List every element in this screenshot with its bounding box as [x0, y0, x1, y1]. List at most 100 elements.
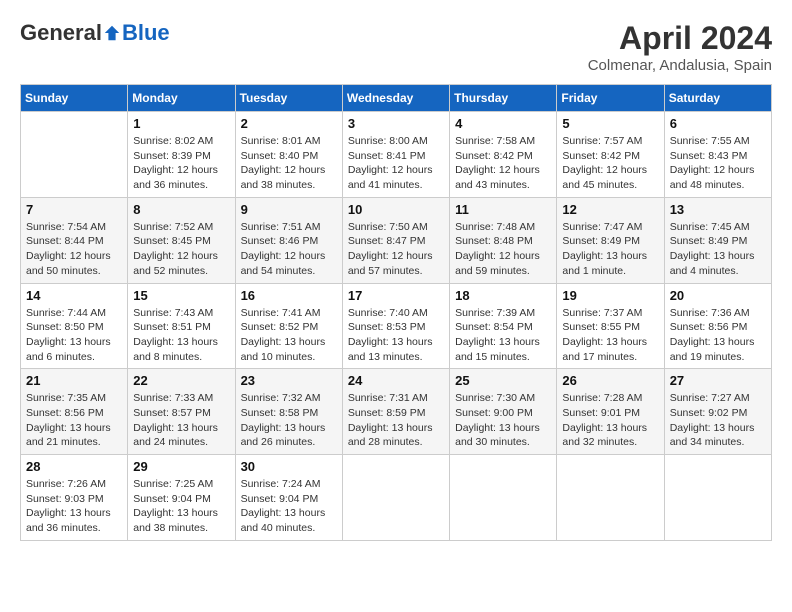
calendar-cell: 9 Sunrise: 7:51 AMSunset: 8:46 PMDaylight…	[235, 197, 342, 283]
day-number: 19	[562, 288, 658, 303]
day-number: 30	[241, 459, 337, 474]
month-title: April 2024	[588, 20, 772, 57]
calendar-cell	[21, 112, 128, 198]
day-header-thursday: Thursday	[450, 85, 557, 112]
calendar-cell	[557, 455, 664, 541]
page-header: General Blue April 2024 Colmenar, Andalu…	[20, 20, 772, 74]
calendar-cell: 21 Sunrise: 7:35 AMSunset: 8:56 PMDayligh…	[21, 369, 128, 455]
day-number: 13	[670, 202, 766, 217]
calendar-cell: 5Sunrise: 7:57 AMSunset: 8:42 PMDaylight…	[557, 112, 664, 198]
day-number: 15	[133, 288, 229, 303]
day-header-friday: Friday	[557, 85, 664, 112]
day-number: 18	[455, 288, 551, 303]
day-info: Sunrise: 8:00 AMSunset: 8:41 PMDaylight:…	[348, 134, 444, 193]
calendar-cell: 26 Sunrise: 7:28 AMSunset: 9:01 PMDayligh…	[557, 369, 664, 455]
calendar-cell: 24 Sunrise: 7:31 AMSunset: 8:59 PMDayligh…	[342, 369, 449, 455]
day-info: Sunrise: 7:25 AMSunset: 9:04 PMDaylight:…	[133, 477, 229, 536]
calendar-cell: 6Sunrise: 7:55 AMSunset: 8:43 PMDaylight…	[664, 112, 771, 198]
calendar-cell: 14 Sunrise: 7:44 AMSunset: 8:50 PMDayligh…	[21, 283, 128, 369]
day-info: Sunrise: 7:35 AMSunset: 8:56 PMDaylight:…	[26, 391, 122, 450]
day-info: Sunrise: 7:31 AMSunset: 8:59 PMDaylight:…	[348, 391, 444, 450]
day-number: 4	[455, 116, 551, 131]
calendar-cell: 22Sunrise: 7:33 AMSunset: 8:57 PMDayligh…	[128, 369, 235, 455]
day-info: Sunrise: 7:43 AMSunset: 8:51 PMDaylight:…	[133, 306, 229, 365]
day-info: Sunrise: 7:33 AMSunset: 8:57 PMDaylight:…	[133, 391, 229, 450]
day-info: Sunrise: 7:27 AMSunset: 9:02 PMDaylight:…	[670, 391, 766, 450]
calendar-cell: 27 Sunrise: 7:27 AMSunset: 9:02 PMDayligh…	[664, 369, 771, 455]
day-info: Sunrise: 7:54 AMSunset: 8:44 PMDaylight:…	[26, 220, 122, 279]
logo: General Blue	[20, 20, 170, 46]
calendar-cell: 29 Sunrise: 7:25 AMSunset: 9:04 PMDayligh…	[128, 455, 235, 541]
day-header-wednesday: Wednesday	[342, 85, 449, 112]
day-info: Sunrise: 7:32 AMSunset: 8:58 PMDaylight:…	[241, 391, 337, 450]
day-info: Sunrise: 7:48 AMSunset: 8:48 PMDaylight:…	[455, 220, 551, 279]
location-subtitle: Colmenar, Andalusia, Spain	[588, 57, 772, 74]
day-header-tuesday: Tuesday	[235, 85, 342, 112]
calendar-cell: 15 Sunrise: 7:43 AMSunset: 8:51 PMDayligh…	[128, 283, 235, 369]
logo-blue-text: Blue	[122, 20, 170, 46]
day-number: 8	[133, 202, 229, 217]
day-info: Sunrise: 7:45 AMSunset: 8:49 PMDaylight:…	[670, 220, 766, 279]
day-number: 28	[26, 459, 122, 474]
day-number: 9	[241, 202, 337, 217]
day-info: Sunrise: 7:26 AMSunset: 9:03 PMDaylight:…	[26, 477, 122, 536]
calendar-cell: 3 Sunrise: 8:00 AMSunset: 8:41 PMDaylight…	[342, 112, 449, 198]
calendar-cell: 25 Sunrise: 7:30 AMSunset: 9:00 PMDayligh…	[450, 369, 557, 455]
day-info: Sunrise: 7:51 AMSunset: 8:46 PMDaylight:…	[241, 220, 337, 279]
calendar-cell: 30 Sunrise: 7:24 AMSunset: 9:04 PMDayligh…	[235, 455, 342, 541]
calendar-cell: 18 Sunrise: 7:39 AMSunset: 8:54 PMDayligh…	[450, 283, 557, 369]
calendar-cell: 20Sunrise: 7:36 AMSunset: 8:56 PMDayligh…	[664, 283, 771, 369]
logo-icon	[103, 24, 121, 42]
calendar-cell: 12 Sunrise: 7:47 AMSunset: 8:49 PMDayligh…	[557, 197, 664, 283]
day-info: Sunrise: 7:39 AMSunset: 8:54 PMDaylight:…	[455, 306, 551, 365]
day-info: Sunrise: 7:47 AMSunset: 8:49 PMDaylight:…	[562, 220, 658, 279]
day-number: 25	[455, 373, 551, 388]
day-number: 26	[562, 373, 658, 388]
week-row-5: 28 Sunrise: 7:26 AMSunset: 9:03 PMDayligh…	[21, 455, 772, 541]
calendar-cell: 10 Sunrise: 7:50 AMSunset: 8:47 PMDayligh…	[342, 197, 449, 283]
day-number: 17	[348, 288, 444, 303]
day-number: 12	[562, 202, 658, 217]
day-info: Sunrise: 8:01 AMSunset: 8:40 PMDaylight:…	[241, 134, 337, 193]
day-info: Sunrise: 7:41 AMSunset: 8:52 PMDaylight:…	[241, 306, 337, 365]
logo-general-text: General	[20, 20, 102, 46]
week-row-4: 21 Sunrise: 7:35 AMSunset: 8:56 PMDayligh…	[21, 369, 772, 455]
day-info: Sunrise: 7:28 AMSunset: 9:01 PMDaylight:…	[562, 391, 658, 450]
day-number: 27	[670, 373, 766, 388]
calendar-cell: 16 Sunrise: 7:41 AMSunset: 8:52 PMDayligh…	[235, 283, 342, 369]
calendar-cell: 17Sunrise: 7:40 AMSunset: 8:53 PMDayligh…	[342, 283, 449, 369]
day-number: 6	[670, 116, 766, 131]
week-row-2: 7Sunrise: 7:54 AMSunset: 8:44 PMDaylight…	[21, 197, 772, 283]
calendar-header-row: SundayMondayTuesdayWednesdayThursdayFrid…	[21, 85, 772, 112]
day-number: 16	[241, 288, 337, 303]
calendar-table: SundayMondayTuesdayWednesdayThursdayFrid…	[20, 84, 772, 541]
day-number: 2	[241, 116, 337, 131]
day-info: Sunrise: 7:37 AMSunset: 8:55 PMDaylight:…	[562, 306, 658, 365]
day-number: 1	[133, 116, 229, 131]
day-number: 29	[133, 459, 229, 474]
calendar-cell: 4Sunrise: 7:58 AMSunset: 8:42 PMDaylight…	[450, 112, 557, 198]
day-info: Sunrise: 8:02 AMSunset: 8:39 PMDaylight:…	[133, 134, 229, 193]
calendar-cell: 13 Sunrise: 7:45 AMSunset: 8:49 PMDayligh…	[664, 197, 771, 283]
day-number: 23	[241, 373, 337, 388]
calendar-cell: 11Sunrise: 7:48 AMSunset: 8:48 PMDayligh…	[450, 197, 557, 283]
day-number: 14	[26, 288, 122, 303]
calendar-cell: 1 Sunrise: 8:02 AMSunset: 8:39 PMDaylight…	[128, 112, 235, 198]
day-info: Sunrise: 7:30 AMSunset: 9:00 PMDaylight:…	[455, 391, 551, 450]
day-number: 3	[348, 116, 444, 131]
day-number: 10	[348, 202, 444, 217]
week-row-3: 14 Sunrise: 7:44 AMSunset: 8:50 PMDayligh…	[21, 283, 772, 369]
day-number: 24	[348, 373, 444, 388]
day-info: Sunrise: 7:44 AMSunset: 8:50 PMDaylight:…	[26, 306, 122, 365]
day-info: Sunrise: 7:50 AMSunset: 8:47 PMDaylight:…	[348, 220, 444, 279]
calendar-cell: 28 Sunrise: 7:26 AMSunset: 9:03 PMDayligh…	[21, 455, 128, 541]
day-info: Sunrise: 7:52 AMSunset: 8:45 PMDaylight:…	[133, 220, 229, 279]
calendar-cell: 23 Sunrise: 7:32 AMSunset: 8:58 PMDayligh…	[235, 369, 342, 455]
day-info: Sunrise: 7:24 AMSunset: 9:04 PMDaylight:…	[241, 477, 337, 536]
day-number: 5	[562, 116, 658, 131]
day-number: 21	[26, 373, 122, 388]
day-header-monday: Monday	[128, 85, 235, 112]
calendar-cell: 2 Sunrise: 8:01 AMSunset: 8:40 PMDaylight…	[235, 112, 342, 198]
calendar-cell: 8 Sunrise: 7:52 AMSunset: 8:45 PMDaylight…	[128, 197, 235, 283]
day-number: 20	[670, 288, 766, 303]
